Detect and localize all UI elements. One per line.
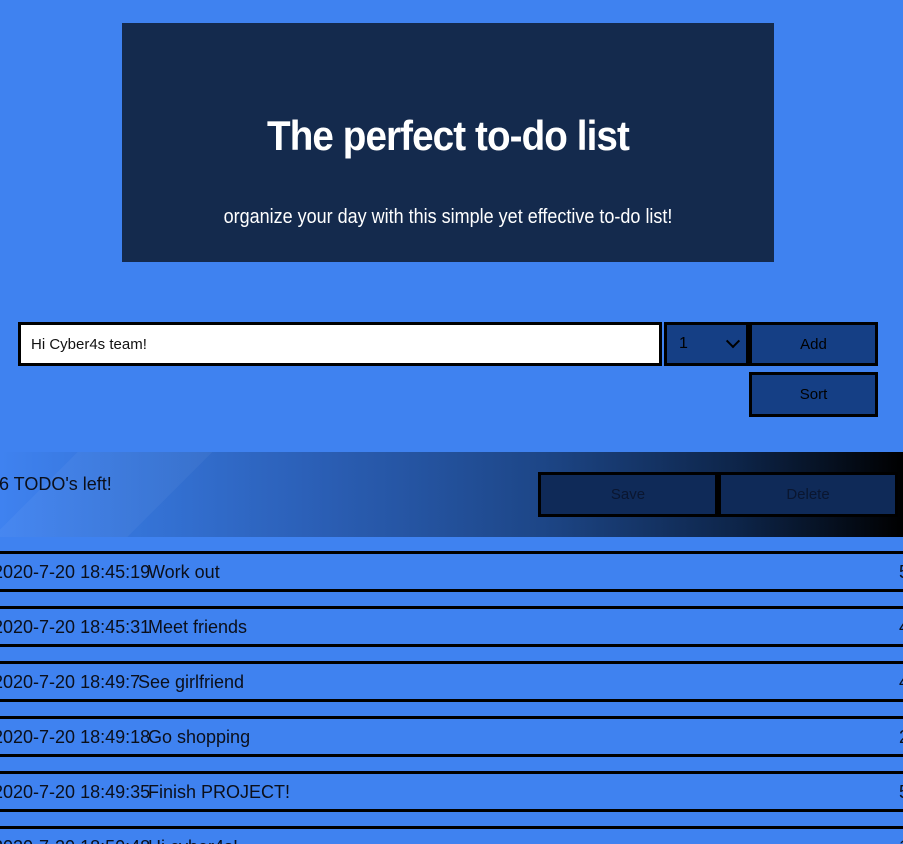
todo-app: The perfect to-do list organize your day… — [0, 0, 903, 844]
todo-item[interactable]: 2020-7-20 18:49:7See girlfriend 4 — [0, 661, 903, 702]
todo-item[interactable]: 2020-7-20 18:45:19Work out 5 — [0, 551, 903, 592]
todo-item[interactable]: 2020-7-20 18:49:35Finish PROJECT! 5 — [0, 771, 903, 812]
todo-list: 2020-7-20 18:45:19Work out52020-7-20 18:… — [0, 551, 903, 844]
todo-priority: 5 — [899, 782, 903, 803]
todo-item[interactable]: 2020-7-20 18:49:18Go shopping 2 — [0, 716, 903, 757]
todo-priority: 4 — [899, 672, 903, 693]
page-title: The perfect to-do list — [267, 112, 630, 159]
todo-created-at: 2020-7-20 18:49:18 — [0, 727, 151, 747]
todo-priority: 2 — [899, 727, 903, 748]
todo-text: Work out — [148, 562, 220, 582]
sort-button[interactable]: Sort — [749, 372, 878, 417]
save-button[interactable]: Save — [538, 472, 718, 517]
todo-item[interactable]: 2020-7-20 18:50:48Hi cyber4s! 1 — [0, 826, 903, 844]
header-banner: The perfect to-do list organize your day… — [122, 23, 774, 262]
todo-text: Go shopping — [148, 727, 251, 747]
todo-counter: 6 TODO's left! — [0, 474, 112, 494]
priority-select-value: 1 — [679, 335, 688, 352]
todo-item[interactable]: 2020-7-20 18:45:31Meet friends 4 — [0, 606, 903, 647]
todo-text-input[interactable] — [18, 322, 662, 366]
chevron-down-icon — [725, 334, 741, 349]
todo-created-at: 2020-7-20 18:45:19 — [0, 562, 151, 582]
todo-priority: 4 — [899, 617, 903, 638]
todo-created-at: 2020-7-20 18:50:48 — [0, 837, 150, 844]
delete-button[interactable]: Delete — [718, 472, 898, 517]
add-button[interactable]: Add — [749, 322, 878, 366]
todo-text: Hi cyber4s! — [148, 837, 238, 844]
priority-select[interactable]: 1 — [664, 322, 749, 366]
todo-text: See girlfriend — [138, 672, 245, 692]
todo-created-at: 2020-7-20 18:49:35 — [0, 782, 151, 802]
todo-created-at: 2020-7-20 18:49:7 — [0, 672, 141, 692]
todo-text: Finish PROJECT! — [148, 782, 291, 802]
todo-priority: 1 — [899, 837, 903, 844]
todo-priority: 5 — [899, 562, 903, 583]
todo-text: Meet friends — [148, 617, 248, 637]
todo-created-at: 2020-7-20 18:45:31 — [0, 617, 151, 637]
page-subtitle: organize your day with this simple yet e… — [223, 206, 673, 228]
